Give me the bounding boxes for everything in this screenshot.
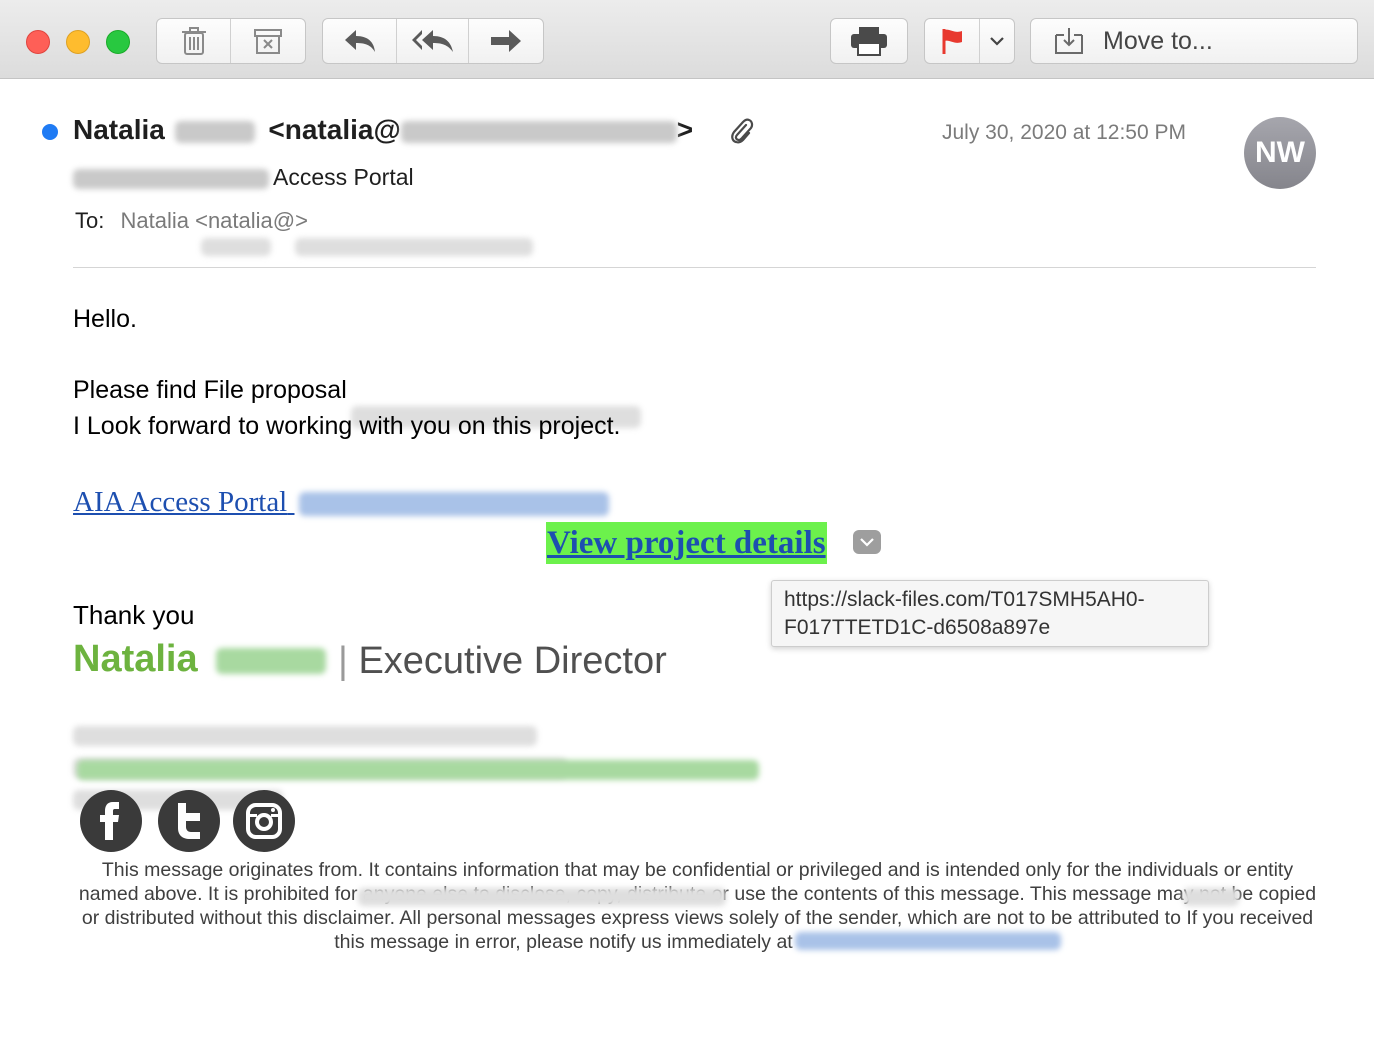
link-url-line-2: F017TTETD1C-d6508a897e [784,616,1051,639]
link-url-tooltip: https://slack-files.com/T017SMH5AH0- F01… [771,580,1209,647]
twitter-button[interactable] [158,790,220,852]
move-to-button[interactable]: Move to... [1030,18,1358,64]
redacted-link-suffix [298,492,609,517]
minimize-window-button[interactable] [66,30,90,54]
sender[interactable]: Natalia <natalia@ > [73,114,693,146]
flag-group [924,18,1015,64]
redacted-signature-last-name [216,647,327,674]
portal-link-text: AIA Access Portal [73,486,288,518]
delete-archive-group [156,18,306,64]
sender-email-prefix: <natalia@ [268,114,401,145]
reply-icon [344,30,375,52]
portal-link[interactable]: AIA Access Portal [73,486,609,519]
unread-indicator [42,124,58,140]
flag-menu-button[interactable] [980,19,1014,63]
delete-button[interactable] [157,19,231,63]
redacted-organization-short [1182,888,1239,906]
received-date: July 30, 2020 at 12:50 PM [942,121,1186,144]
closing: Thank you [73,600,195,630]
redacted-contact-email[interactable] [794,932,1061,950]
forward-icon [490,30,521,52]
move-to-label: Move to... [1103,26,1213,55]
body-line-1-text: Please find File proposal [73,376,347,404]
redacted-links [73,760,759,810]
twitter-icon [178,803,200,839]
archive-icon [254,29,282,54]
legal-disclaimer: This message originates from. It contain… [76,858,1319,954]
subject-text: Access Portal [273,164,414,190]
redacted-recipient-last-name [201,238,272,256]
reply-forward-group [322,18,544,64]
reply-button[interactable] [323,19,398,63]
recipient-line: To: Natalia <natalia@ > [75,208,534,256]
link-url-line-1: https://slack-files.com/T017SMH5AH0- [784,588,1145,611]
redacted-organization-name [357,888,726,906]
facebook-button[interactable] [80,790,142,852]
sender-name: Natalia [73,114,165,145]
reply-all-button[interactable] [397,19,469,63]
disclaimer-part-1: This message originates from [101,859,358,881]
subject-line: Access Portal [73,164,414,191]
paperclip-icon[interactable] [730,117,754,145]
print-button[interactable] [831,19,907,63]
flag-icon [942,29,962,54]
recipient-name[interactable]: Natalia [120,208,188,233]
chevron-down-icon [990,37,1004,46]
greeting: Hello. [73,305,137,333]
instagram-icon [246,803,282,839]
flag-button[interactable] [925,19,980,63]
redacted-recipient-domain [295,238,534,256]
view-project-details-link[interactable]: View project details [546,522,827,564]
zoom-window-button[interactable] [106,30,130,54]
signature-name: Natalia [73,638,327,681]
signature-title: | Executive Director [338,640,667,683]
forward-button[interactable] [469,19,543,63]
link-options-button[interactable] [853,530,881,554]
signature-title-text: Executive Director [358,640,667,682]
redacted-email-domain [400,120,677,143]
header-divider [73,267,1316,268]
move-to-icon [1055,28,1083,54]
signature-separator: | [338,640,348,682]
redacted-subject-prefix [73,168,269,189]
avatar: NW [1244,117,1316,189]
body-line-2: I Look forward to working with you on th… [73,412,621,440]
recipient-email-prefix: <natalia@ [195,208,296,233]
print-icon [851,27,887,56]
body-line-1: Please find File proposal [73,376,641,428]
signature-first-name: Natalia [73,638,198,680]
to-label: To: [75,208,105,233]
close-window-button[interactable] [26,30,50,54]
sender-email-suffix: > [676,114,694,145]
toolbar: Move to... [0,0,1374,79]
archive-button[interactable] [231,19,305,63]
recipient-email-suffix: > [295,208,308,233]
reply-all-icon [411,30,453,52]
instagram-button[interactable] [233,790,295,852]
facebook-icon [100,802,119,840]
redacted-last-name [174,120,255,143]
chevron-down-icon [860,538,874,547]
trash-icon [181,27,206,55]
print-group [830,18,908,64]
